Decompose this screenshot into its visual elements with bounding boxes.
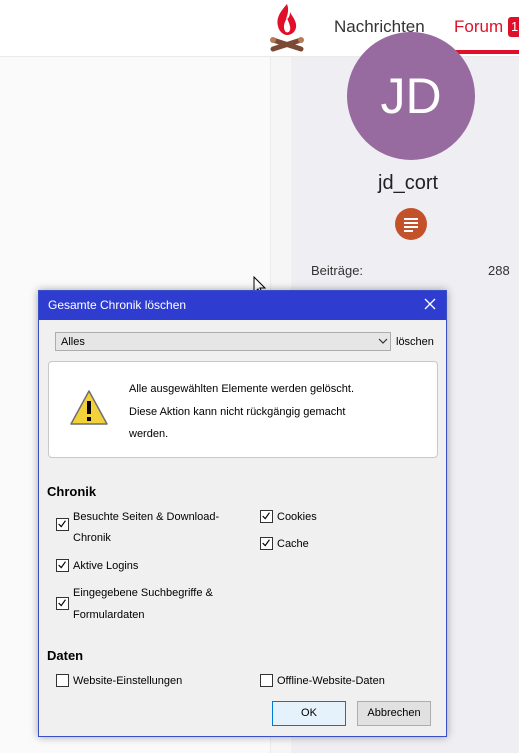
- checkbox-active-logins[interactable]: [56, 559, 69, 572]
- checkbox-cache[interactable]: [260, 537, 273, 550]
- checkbox-label-site-settings[interactable]: Website-Einstellungen: [73, 670, 182, 692]
- warning-box: Alle ausgewählten Elemente werden gelösc…: [48, 361, 438, 458]
- checkbox-label-visited-pages[interactable]: Besuchte Seiten & Download-: [73, 506, 219, 528]
- dialog-titlebar[interactable]: Gesamte Chronik löschen: [39, 291, 446, 320]
- stat-value-posts: 288: [488, 263, 510, 278]
- warning-line-2: Diese Aktion kann nicht rückgängig gemac…: [129, 406, 346, 418]
- warning-icon: [70, 390, 108, 425]
- checkbox-search-form-data[interactable]: [56, 597, 69, 610]
- checkbox-label-visited-pages-2[interactable]: Chronik: [73, 527, 111, 549]
- avatar[interactable]: JD: [347, 32, 475, 160]
- checkbox-label-cache[interactable]: Cache: [277, 533, 309, 555]
- close-icon[interactable]: [422, 296, 438, 312]
- rank-badge-icon: [395, 208, 427, 240]
- checkbox-label-search-form-data-2[interactable]: Formulardaten: [73, 604, 145, 626]
- checkbox-visited-pages[interactable]: [56, 518, 69, 531]
- campfire-logo-icon[interactable]: [268, 2, 306, 52]
- cancel-button[interactable]: Abbrechen: [357, 701, 431, 726]
- checkbox-cookies[interactable]: [260, 510, 273, 523]
- checkbox-offline-data[interactable]: [260, 674, 273, 687]
- checkbox-label-cookies[interactable]: Cookies: [277, 506, 317, 528]
- stat-label-posts: Beiträge:: [311, 263, 364, 278]
- history-heading: Chronik: [47, 484, 97, 499]
- forum-notification-badge: 1: [508, 17, 519, 37]
- active-tab-indicator: [453, 50, 519, 54]
- warning-line-1: Alle ausgewählten Elemente werden gelösc…: [129, 383, 355, 395]
- time-range-suffix: löschen: [396, 336, 434, 348]
- username[interactable]: jd_cort: [378, 172, 438, 195]
- data-heading: Daten: [47, 648, 84, 663]
- checkbox-site-settings[interactable]: [56, 674, 69, 687]
- checkbox-label-offline-data[interactable]: Offline-Website-Daten: [277, 670, 385, 692]
- chevron-down-icon: [378, 338, 388, 344]
- dialog-title: Gesamte Chronik löschen: [48, 298, 187, 312]
- clear-history-dialog: Gesamte Chronik löschen Alles löschen Al…: [38, 290, 447, 737]
- time-range-value: Alles: [61, 336, 85, 348]
- warning-line-3: werden.: [129, 428, 169, 440]
- checkbox-label-search-form-data[interactable]: Eingegebene Suchbegriffe &: [73, 582, 213, 604]
- nav-forum-link[interactable]: Forum: [454, 17, 503, 37]
- checkbox-label-active-logins[interactable]: Aktive Logins: [73, 555, 138, 577]
- ok-button[interactable]: OK: [272, 701, 346, 726]
- time-range-select[interactable]: Alles: [55, 332, 391, 351]
